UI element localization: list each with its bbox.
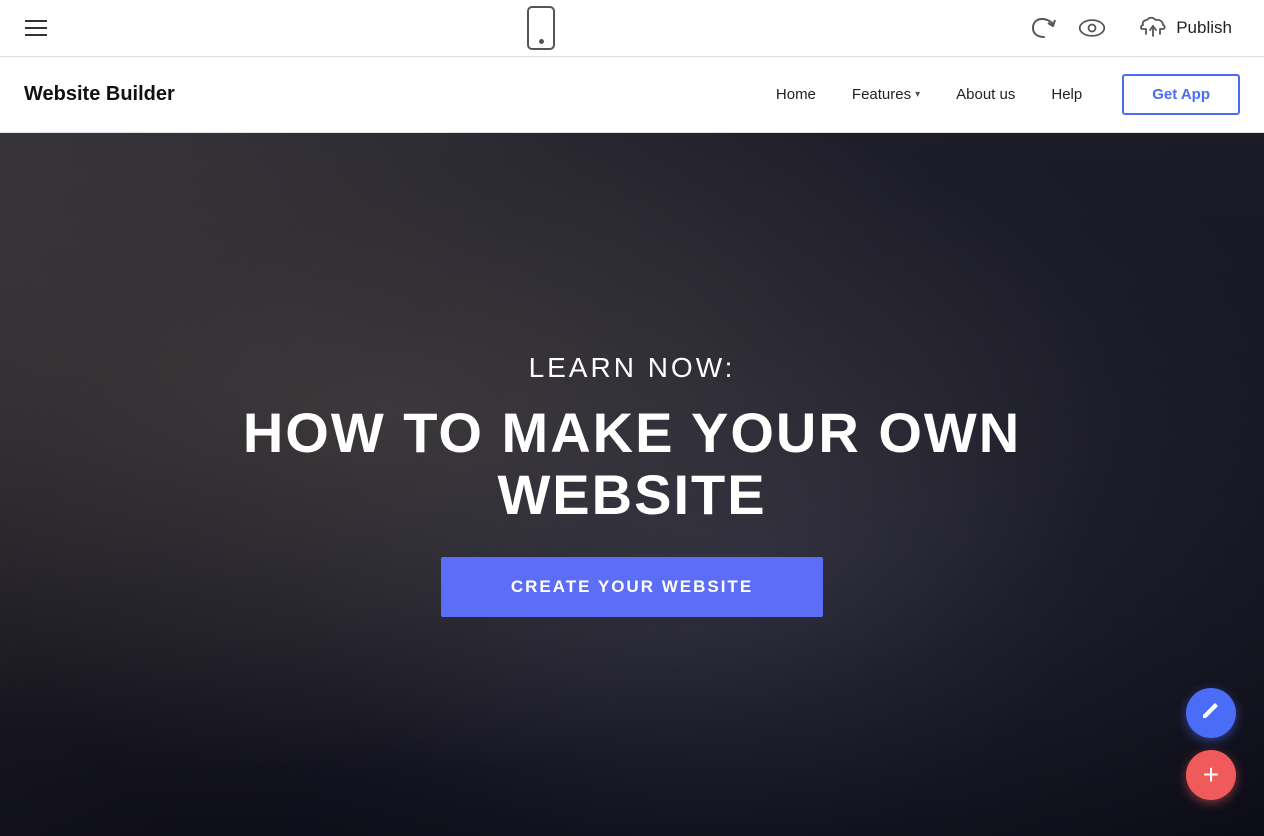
hero-content: LEARN NOW: HOW TO MAKE YOUR OWN WEBSITE … bbox=[182, 352, 1082, 617]
toolbar-left bbox=[20, 15, 52, 41]
eye-icon[interactable] bbox=[1078, 14, 1106, 42]
site-title: Website Builder bbox=[24, 83, 175, 106]
hero-subtitle: LEARN NOW: bbox=[529, 352, 736, 384]
add-fab-button[interactable]: + bbox=[1186, 750, 1236, 800]
toolbar-center bbox=[527, 6, 555, 50]
fab-container: + bbox=[1186, 688, 1236, 800]
hero-title: HOW TO MAKE YOUR OWN WEBSITE bbox=[182, 402, 1082, 525]
publish-button[interactable]: Publish bbox=[1126, 8, 1244, 48]
navbar: Website Builder Home Features ▾ About us… bbox=[0, 57, 1264, 133]
hamburger-icon[interactable] bbox=[20, 15, 52, 41]
mobile-preview-icon[interactable] bbox=[527, 6, 555, 50]
edit-fab-button[interactable] bbox=[1186, 688, 1236, 738]
edit-icon bbox=[1200, 699, 1222, 727]
nav-help[interactable]: Help bbox=[1051, 86, 1082, 103]
hero-cta-button[interactable]: CREATE YOUR WEBSITE bbox=[441, 557, 823, 617]
nav-features[interactable]: Features ▾ bbox=[852, 86, 920, 103]
publish-label: Publish bbox=[1176, 18, 1232, 38]
hero-section: LEARN NOW: HOW TO MAKE YOUR OWN WEBSITE … bbox=[0, 133, 1264, 836]
plus-icon: + bbox=[1203, 759, 1219, 791]
nav-links: Home Features ▾ About us Help bbox=[776, 86, 1082, 103]
get-app-button[interactable]: Get App bbox=[1122, 74, 1240, 115]
nav-about[interactable]: About us bbox=[956, 86, 1015, 103]
toolbar: Publish bbox=[0, 0, 1264, 57]
nav-home[interactable]: Home bbox=[776, 86, 816, 103]
mobile-icon-dot bbox=[539, 39, 544, 44]
toolbar-right: Publish bbox=[1030, 8, 1244, 48]
cloud-upload-icon bbox=[1138, 16, 1168, 40]
undo-icon[interactable] bbox=[1030, 14, 1058, 42]
chevron-down-icon: ▾ bbox=[915, 89, 920, 100]
